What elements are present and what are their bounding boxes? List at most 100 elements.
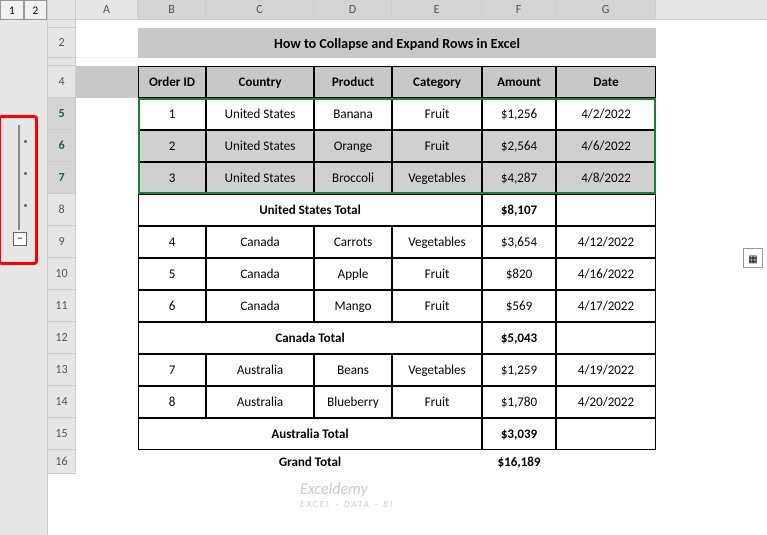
cell[interactable]: Canada [206,290,314,322]
cell[interactable]: Fruit [392,98,482,130]
subtotal-label[interactable]: Canada Total [138,322,482,354]
col-header-E[interactable]: E [392,0,482,19]
cell[interactable]: 4/20/2022 [556,386,656,418]
cell[interactable]: Canada [206,258,314,290]
cell[interactable]: Banana [314,98,392,130]
cell[interactable]: 5 [138,258,206,290]
cell[interactable]: Mango [314,290,392,322]
hdr-date[interactable]: Date [556,66,656,98]
cell[interactable]: 7 [138,354,206,386]
cell[interactable]: 6 [138,290,206,322]
row-header-10[interactable]: 10 [48,258,76,290]
cell[interactable]: Blueberry [314,386,392,418]
outline-level-2[interactable]: 2 [24,0,48,20]
row-header-14[interactable]: 14 [48,386,76,418]
cell[interactable]: $1,259 [482,354,556,386]
col-header-C[interactable]: C [206,0,314,19]
cell[interactable]: Beans [314,354,392,386]
col-header-A[interactable]: A [76,0,138,19]
cell[interactable]: Apple [314,258,392,290]
row-header-11[interactable]: 11 [48,290,76,322]
cell[interactable] [76,386,138,418]
outline-collapse-button[interactable]: − [13,232,27,246]
col-header-D[interactable]: D [314,0,392,19]
cell[interactable]: $1,780 [482,386,556,418]
cell[interactable]: Australia [206,354,314,386]
row-header-13[interactable]: 13 [48,354,76,386]
cell[interactable] [76,354,138,386]
cell[interactable]: 4/6/2022 [556,130,656,162]
col-header-B[interactable]: B [138,0,206,19]
grand-total-label[interactable]: Grand Total [138,450,482,474]
cell[interactable]: Vegetables [392,162,482,194]
cell[interactable]: Vegetables [392,226,482,258]
row-header-7[interactable]: 7 [48,162,76,194]
cell[interactable] [556,322,656,354]
cell[interactable] [76,258,138,290]
row-header-6[interactable]: 6 [48,130,76,162]
cell[interactable]: 4/19/2022 [556,354,656,386]
cell[interactable] [76,194,138,226]
cell[interactable]: Fruit [392,386,482,418]
cell[interactable]: $3,654 [482,226,556,258]
select-all-corner[interactable] [48,0,76,19]
cell[interactable]: United States [206,162,314,194]
cell[interactable]: $1,256 [482,98,556,130]
row-header-4[interactable]: 4 [48,66,76,98]
cell[interactable] [76,290,138,322]
cell[interactable]: $569 [482,290,556,322]
row-header-1[interactable]: 1 [48,20,76,28]
subtotal-amount[interactable]: $8,107 [482,194,556,226]
cell[interactable]: Fruit [392,290,482,322]
hdr-order-id[interactable]: Order ID [138,66,206,98]
cell[interactable]: 4/17/2022 [556,290,656,322]
cell[interactable]: 4/16/2022 [556,258,656,290]
cell[interactable]: Vegetables [392,354,482,386]
subtotal-amount[interactable]: $3,039 [482,418,556,450]
cell[interactable] [76,226,138,258]
cell[interactable] [556,418,656,450]
cell[interactable]: Fruit [392,130,482,162]
outline-level-1[interactable]: 1 [0,0,24,20]
cell[interactable]: Fruit [392,258,482,290]
col-header-F[interactable]: F [482,0,556,19]
row-header-5[interactable]: 5 [48,98,76,130]
hdr-country[interactable]: Country [206,66,314,98]
subtotal-label[interactable]: United States Total [138,194,482,226]
cell[interactable]: 4/2/2022 [556,98,656,130]
cell[interactable]: 3 [138,162,206,194]
cell[interactable]: 4/8/2022 [556,162,656,194]
hdr-category[interactable]: Category [392,66,482,98]
cell[interactable] [76,322,138,354]
row-header-9[interactable]: 9 [48,226,76,258]
cell[interactable] [76,28,138,58]
hdr-amount[interactable]: Amount [482,66,556,98]
row-header-3[interactable]: 3 [48,58,76,66]
subtotal-label[interactable]: Australia Total [138,418,482,450]
cell[interactable] [556,450,656,474]
col-header-G[interactable]: G [556,0,656,19]
cell[interactable]: 1 [138,98,206,130]
cell[interactable]: 2 [138,130,206,162]
quick-analysis-icon[interactable]: ▦ [743,248,763,268]
cell[interactable]: Carrots [314,226,392,258]
cell[interactable]: 8 [138,386,206,418]
cell[interactable]: $4,287 [482,162,556,194]
title-cell[interactable]: How to Collapse and Expand Rows in Excel [138,28,656,58]
grand-total-amount[interactable]: $16,189 [482,450,556,474]
cell[interactable] [76,450,138,474]
cell[interactable]: United States [206,98,314,130]
cell[interactable]: $820 [482,258,556,290]
cell[interactable]: Orange [314,130,392,162]
cell[interactable]: Broccoli [314,162,392,194]
cell[interactable]: Canada [206,226,314,258]
hdr-product[interactable]: Product [314,66,392,98]
cell[interactable] [556,194,656,226]
cell[interactable] [76,130,138,162]
cell[interactable] [76,162,138,194]
cell[interactable]: 4 [138,226,206,258]
cell[interactable]: $2,564 [482,130,556,162]
cell[interactable] [76,98,138,130]
cell[interactable]: United States [206,130,314,162]
row-header-8[interactable]: 8 [48,194,76,226]
